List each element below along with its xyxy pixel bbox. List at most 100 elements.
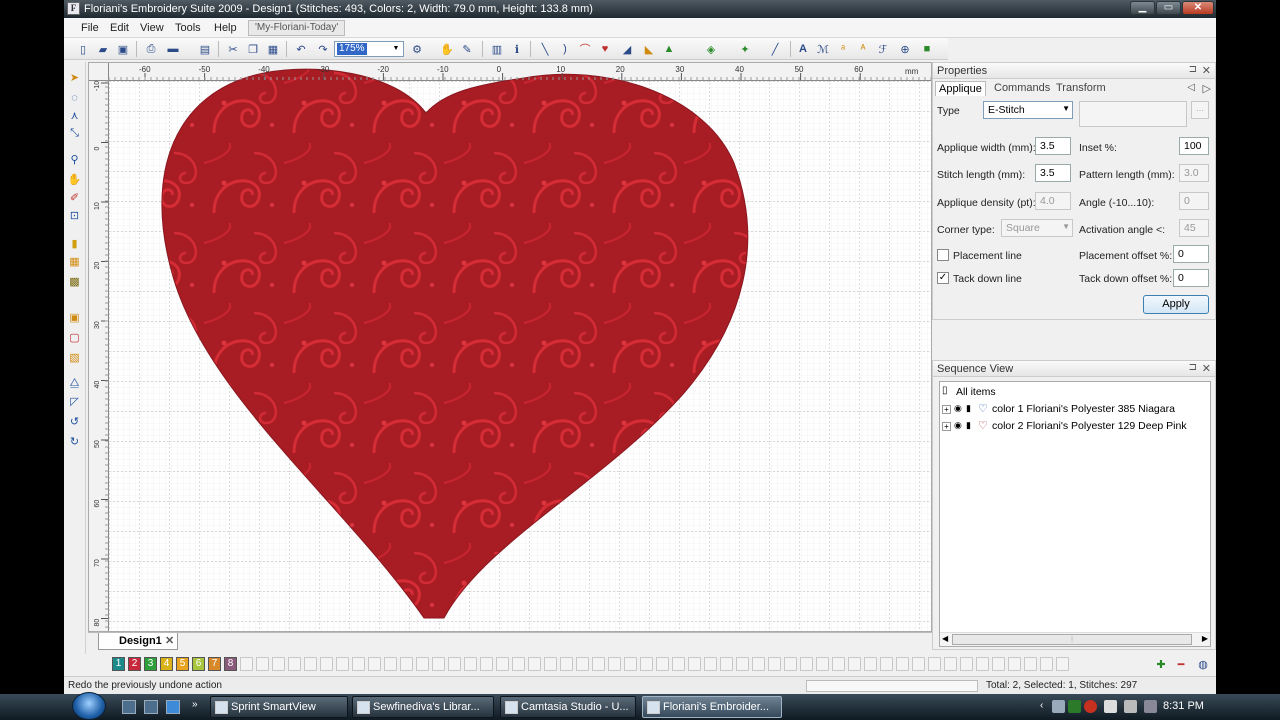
hoop-icon[interactable]: ▬ <box>166 42 180 56</box>
menu-tools[interactable]: Tools <box>175 22 201 34</box>
color-swatch-empty[interactable] <box>576 657 589 671</box>
monogram-icon[interactable]: ℳ <box>816 42 830 56</box>
menu-view[interactable]: View <box>140 22 164 34</box>
eye-icon[interactable]: ◉ <box>954 403 962 414</box>
star-tool-icon[interactable]: ✦ <box>738 42 752 56</box>
placement-offset-field[interactable]: 0 <box>1173 245 1209 263</box>
sequence-color-row[interactable]: + ◉ ▮ ♡ color 1 Floriani's Polyester 385 Nia… <box>940 402 1210 418</box>
chevron-down-icon[interactable]: ▼ <box>390 43 402 55</box>
stitch-length-field[interactable]: 3.5 <box>1035 164 1071 182</box>
curve-tool-icon[interactable]: ) <box>558 42 572 56</box>
color-swatch-empty[interactable] <box>960 657 973 671</box>
undo-icon[interactable]: ↶ <box>294 42 308 56</box>
more-options-button[interactable]: … <box>1191 101 1209 119</box>
color-swatch-empty[interactable] <box>1040 657 1053 671</box>
select-arrow-icon[interactable]: ➤ <box>67 70 82 85</box>
close-icon[interactable]: ✕ <box>1202 362 1211 375</box>
color-swatch-empty[interactable] <box>928 657 941 671</box>
remove-color-icon[interactable]: ━ <box>1174 657 1188 671</box>
show-desktop-icon[interactable] <box>122 700 136 714</box>
rotate-right-icon[interactable]: ↻ <box>67 434 82 449</box>
color-swatch-4[interactable]: 4 <box>160 657 173 671</box>
color-swatch-empty[interactable] <box>896 657 909 671</box>
color-swatch-empty[interactable] <box>848 657 861 671</box>
grid-icon[interactable]: ▦ <box>67 254 82 269</box>
thread-spool-icon[interactable]: ⚙ <box>410 42 424 56</box>
font-tool-icon[interactable]: ℱ <box>876 42 890 56</box>
mirror-icon[interactable]: ⧋ <box>67 376 82 391</box>
color-swatch-empty[interactable] <box>352 657 365 671</box>
node-edit-icon[interactable]: ⤡ <box>67 126 82 141</box>
color-swatch-empty[interactable] <box>544 657 557 671</box>
chevron-left-icon[interactable]: ◁ <box>1187 82 1195 93</box>
color-swatch-empty[interactable] <box>608 657 621 671</box>
tack-down-line-checkbox[interactable]: ✓ <box>937 272 949 284</box>
color-swatch-empty[interactable] <box>304 657 317 671</box>
color-swatch-empty[interactable] <box>672 657 685 671</box>
center-icon[interactable]: ▣ <box>67 310 82 325</box>
color-swatch-empty[interactable] <box>288 657 301 671</box>
palette-settings-icon[interactable]: ◍ <box>1196 657 1210 671</box>
color-swatch-empty[interactable] <box>464 657 477 671</box>
color-swatch-7[interactable]: 7 <box>208 657 221 671</box>
ruler-icon[interactable]: ▩ <box>67 274 82 289</box>
color-swatch-empty[interactable] <box>992 657 1005 671</box>
color-swatch-empty[interactable] <box>432 657 445 671</box>
color-swatch-empty[interactable] <box>640 657 653 671</box>
hand-select-icon[interactable]: ✋ <box>440 42 454 56</box>
sequence-color-row[interactable]: + ◉ ▮ ♡ color 2 Floriani's Polyester 129 Dee… <box>940 419 1210 435</box>
measure-icon[interactable]: ✐ <box>67 190 82 205</box>
inset-field[interactable]: 100 <box>1179 137 1209 155</box>
security-icon[interactable] <box>1068 700 1081 713</box>
color-swatch-empty[interactable] <box>736 657 749 671</box>
eye-icon[interactable]: ◉ <box>954 420 962 431</box>
sequence-scrollbar[interactable]: ◀ ⦙ ▶ <box>940 632 1210 646</box>
menu-help[interactable]: Help <box>214 22 237 34</box>
tab-applique[interactable]: Applique <box>935 81 986 96</box>
color-swatch-empty[interactable] <box>688 657 701 671</box>
color-swatch-empty[interactable] <box>704 657 717 671</box>
color-swatch-5[interactable]: 5 <box>176 657 189 671</box>
design-canvas[interactable]: -60 -50 -40 -30 -20 -10 0 10 20 30 40 50 60 -10 0 10 20… <box>88 62 932 632</box>
calculator-icon[interactable]: ▥ <box>490 42 504 56</box>
run-icon[interactable]: ■ <box>920 42 934 56</box>
taskbar-item[interactable]: Sprint SmartView <box>210 696 348 718</box>
reshape-icon[interactable]: ⋏ <box>67 108 82 123</box>
maximize-button[interactable]: ▭ <box>1156 1 1181 15</box>
color-swatch-empty[interactable] <box>1024 657 1037 671</box>
color-swatch-empty[interactable] <box>256 657 269 671</box>
color-swatch-empty[interactable] <box>528 657 541 671</box>
switch-windows-icon[interactable] <box>144 700 158 714</box>
chevron-left-icon[interactable]: ◀ <box>942 634 948 643</box>
color-swatch-empty[interactable] <box>1056 657 1069 671</box>
start-button[interactable] <box>72 692 106 720</box>
color-swatch-empty[interactable] <box>336 657 349 671</box>
color-swatch-empty[interactable] <box>976 657 989 671</box>
color-swatch-empty[interactable] <box>240 657 253 671</box>
color-swatch-empty[interactable] <box>800 657 813 671</box>
color-swatch-empty[interactable] <box>560 657 573 671</box>
needle-icon[interactable]: ╱ <box>768 42 782 56</box>
browser-quicklaunch-icon[interactable] <box>166 700 180 714</box>
taskbar-item[interactable]: Floriani's Embroider... <box>642 696 782 718</box>
alert-icon[interactable] <box>1084 700 1097 713</box>
heart-tool-icon[interactable]: ♥ <box>598 42 612 56</box>
wifi-icon[interactable] <box>1124 700 1137 713</box>
hoop-toggle-icon[interactable]: ▢ <box>67 330 82 345</box>
tack-down-offset-field[interactable]: 0 <box>1173 269 1209 287</box>
export-icon[interactable]: ▤ <box>198 42 212 56</box>
color-swatch-empty[interactable] <box>400 657 413 671</box>
zoom-select[interactable]: 175% ▼ <box>334 41 404 57</box>
tab-design1[interactable]: Design1 ✕ <box>98 633 178 650</box>
color-swatch-empty[interactable] <box>448 657 461 671</box>
color-swatch-empty[interactable] <box>384 657 397 671</box>
flip-icon[interactable]: ◸ <box>67 394 82 409</box>
tab-transform[interactable]: Transform <box>1053 81 1109 96</box>
rotate-left-icon[interactable]: ↺ <box>67 414 82 429</box>
lettering-shape-icon[interactable]: ᴬ <box>856 42 870 56</box>
pin-icon[interactable]: ⊐ <box>1189 64 1197 75</box>
zoom-fit-icon[interactable]: ⊡ <box>67 208 82 223</box>
color-swatch-empty[interactable] <box>912 657 925 671</box>
color-swatch-empty[interactable] <box>944 657 957 671</box>
network-icon[interactable] <box>1052 700 1065 713</box>
